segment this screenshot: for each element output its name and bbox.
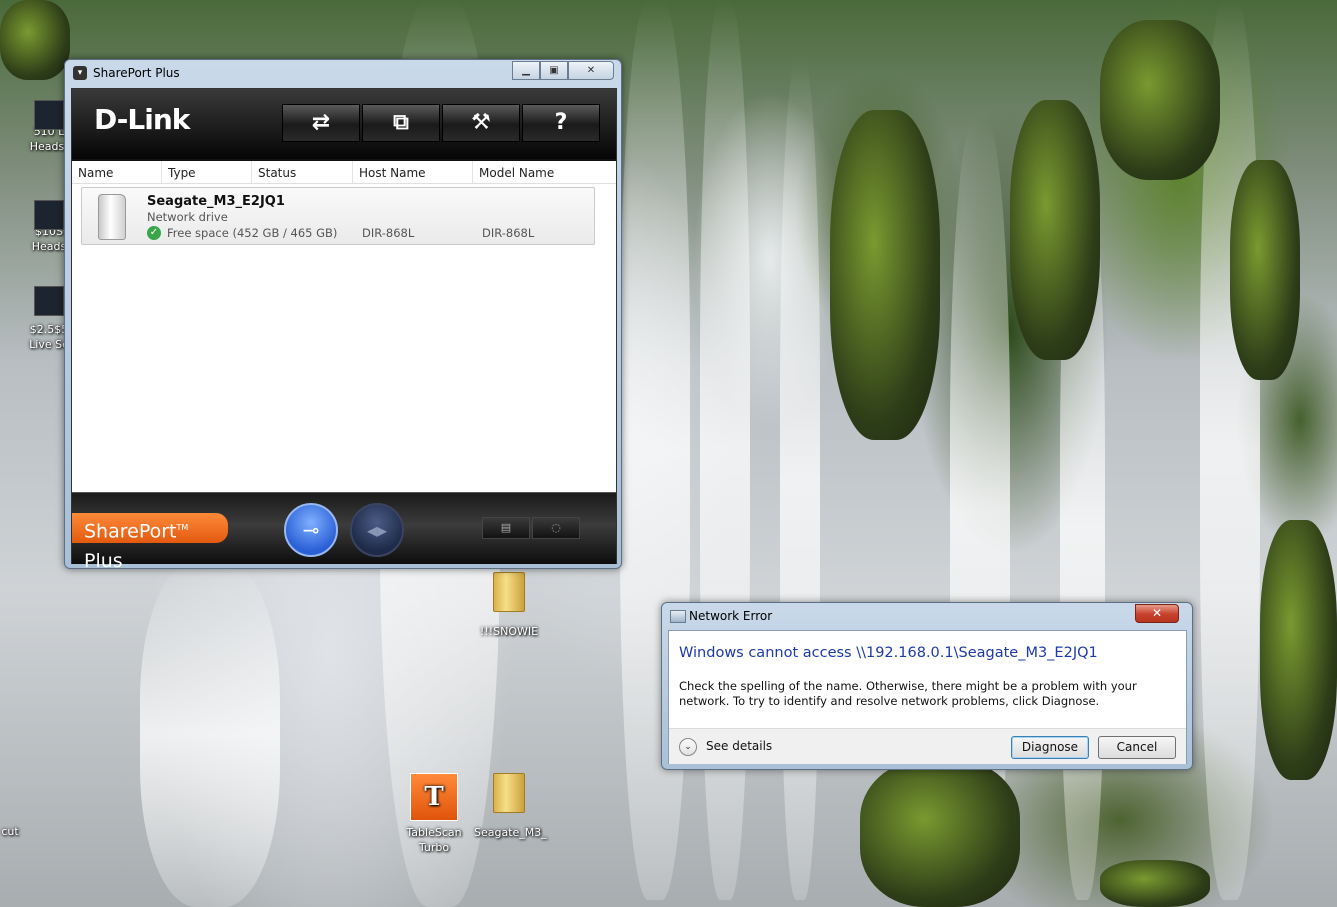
device-status: Free space (452 GB / 465 GB) <box>167 226 338 240</box>
disconnect-circle-button[interactable]: ◂▸ <box>350 503 404 557</box>
desktop-icon-label: !!!SNOWIE <box>479 625 539 638</box>
cancel-button[interactable]: Cancel <box>1098 736 1176 759</box>
dialog-title: Network Error <box>689 609 773 623</box>
device-type: Network drive <box>147 210 228 224</box>
desktop-shortcut-seagate[interactable]: Seagate_M3_ <box>474 773 547 840</box>
device-row[interactable]: Seagate_M3_E2JQ1 Network drive ✓ Free sp… <box>81 187 595 245</box>
network-drive-icon <box>98 194 126 240</box>
mossy-rock <box>860 760 1020 907</box>
waterfall-streak <box>780 60 820 900</box>
column-model-name[interactable]: Model Name <box>473 161 616 183</box>
desktop-icon-cut[interactable]: cut <box>0 824 20 839</box>
diagnose-button[interactable]: Diagnose <box>1011 736 1089 759</box>
minimize-button[interactable]: ▁ <box>512 61 540 80</box>
column-name[interactable]: Name <box>72 161 162 183</box>
refresh-icon: ⇄ <box>311 110 331 135</box>
dlink-logo: D-Link <box>94 103 190 136</box>
see-details-link[interactable]: See details <box>706 739 772 753</box>
connect-circle-button[interactable]: ⊸ <box>284 503 338 557</box>
folder-icon <box>493 572 525 612</box>
device-name: Seagate_M3_E2JQ1 <box>147 194 285 209</box>
help-icon: ? <box>554 110 568 135</box>
mossy-rock <box>1010 100 1100 360</box>
desktop-icon-label: Turbo <box>418 841 450 854</box>
waterfall-streak <box>140 560 280 907</box>
mossy-rock <box>1100 20 1220 180</box>
refresh-button[interactable]: ⇄ <box>282 104 360 142</box>
desktop-icon-label: TableScan <box>406 826 462 839</box>
desktop-icon-label: cut <box>1 825 19 838</box>
check-icon: ✓ <box>147 226 161 240</box>
shareport-brand: SharePortTM Plus <box>72 513 228 572</box>
shareport-header: D-Link ⇄ ⧉ ⚒ ? <box>72 89 616 159</box>
help-button[interactable]: ? <box>522 104 600 142</box>
column-label: Name <box>78 166 114 180</box>
shareport-footer: SharePortTM Plus ⊸ ◂▸ ▤ ◌ <box>72 492 616 572</box>
device-model: DIR-868L <box>482 226 535 240</box>
brand-plus: Plus <box>84 550 123 573</box>
column-label: Model Name <box>479 166 555 180</box>
device-list: Seagate_M3_E2JQ1 Network drive ✓ Free sp… <box>72 184 616 492</box>
list-icon: ▤ <box>500 521 512 534</box>
message-button[interactable]: ◌ <box>532 517 580 539</box>
shareport-window: ▾ SharePort Plus ▁ ▣ ✕ D-Link ⇄ ⧉ ⚒ ? Na… <box>64 59 622 572</box>
disconnect-icon: ◂▸ <box>366 518 388 542</box>
desktop-shortcut-tablescan[interactable]: T TableScan Turbo <box>400 773 468 855</box>
chat-icon: ◌ <box>551 521 561 534</box>
error-description: Check the spelling of the name. Otherwis… <box>679 679 1137 708</box>
mossy-rock <box>0 0 70 80</box>
mossy-rock <box>1100 860 1210 907</box>
list-view-button[interactable]: ▤ <box>482 517 530 539</box>
close-icon: ✕ <box>1151 606 1163 620</box>
column-status[interactable]: Status <box>252 161 353 183</box>
column-header: Name Type Status Host Name Model Name <box>72 161 616 184</box>
shareport-content: D-Link ⇄ ⧉ ⚒ ? Name Type Status Host Nam… <box>71 88 617 572</box>
video-thumbnail-icon <box>34 200 64 230</box>
shareport-app-icon: ▾ <box>73 66 87 80</box>
column-host-name[interactable]: Host Name <box>353 161 473 183</box>
dialog-button-bar: ⌄ See details Diagnose Cancel <box>669 728 1186 764</box>
connect-icon: ⊸ <box>302 518 320 542</box>
desktop-icon-label: Seagate_M3_ <box>474 826 547 839</box>
window-titlebar[interactable]: ▾ SharePort Plus ▁ ▣ ✕ <box>65 60 621 86</box>
chevron-down-icon[interactable]: ⌄ <box>679 738 697 756</box>
connect-button[interactable]: ⧉ <box>362 104 440 142</box>
column-label: Host Name <box>359 166 426 180</box>
brand-tm: TM <box>176 523 189 532</box>
close-button[interactable]: ✕ <box>568 61 614 80</box>
maximize-button[interactable]: ▣ <box>540 61 568 80</box>
network-icon <box>670 610 686 623</box>
folder-icon <box>493 773 525 813</box>
error-message: Windows cannot access \\192.168.0.1\Seag… <box>679 645 1098 661</box>
wrench-icon: ⚒ <box>471 110 491 135</box>
brand-text: SharePort <box>84 520 177 543</box>
mossy-rock <box>1260 520 1337 780</box>
mossy-rock <box>1230 160 1300 380</box>
tablescan-app-icon: T <box>410 773 458 821</box>
dialog-body: Windows cannot access \\192.168.0.1\Seag… <box>668 630 1187 764</box>
column-type[interactable]: Type <box>162 161 252 183</box>
column-label: Type <box>168 166 196 180</box>
mossy-rock <box>830 110 940 440</box>
network-icon: ⧉ <box>393 110 409 135</box>
column-label: Status <box>258 166 297 180</box>
settings-button[interactable]: ⚒ <box>442 104 520 142</box>
video-thumbnail-icon <box>34 100 64 130</box>
window-title: SharePort Plus <box>93 66 180 80</box>
device-host: DIR-868L <box>362 226 415 240</box>
video-thumbnail-icon <box>34 286 64 316</box>
desktop-folder-snowie[interactable]: !!!SNOWIE <box>474 572 544 639</box>
network-error-dialog: Network Error ✕ Windows cannot access \\… <box>661 602 1193 770</box>
dialog-close-button[interactable]: ✕ <box>1135 604 1179 623</box>
